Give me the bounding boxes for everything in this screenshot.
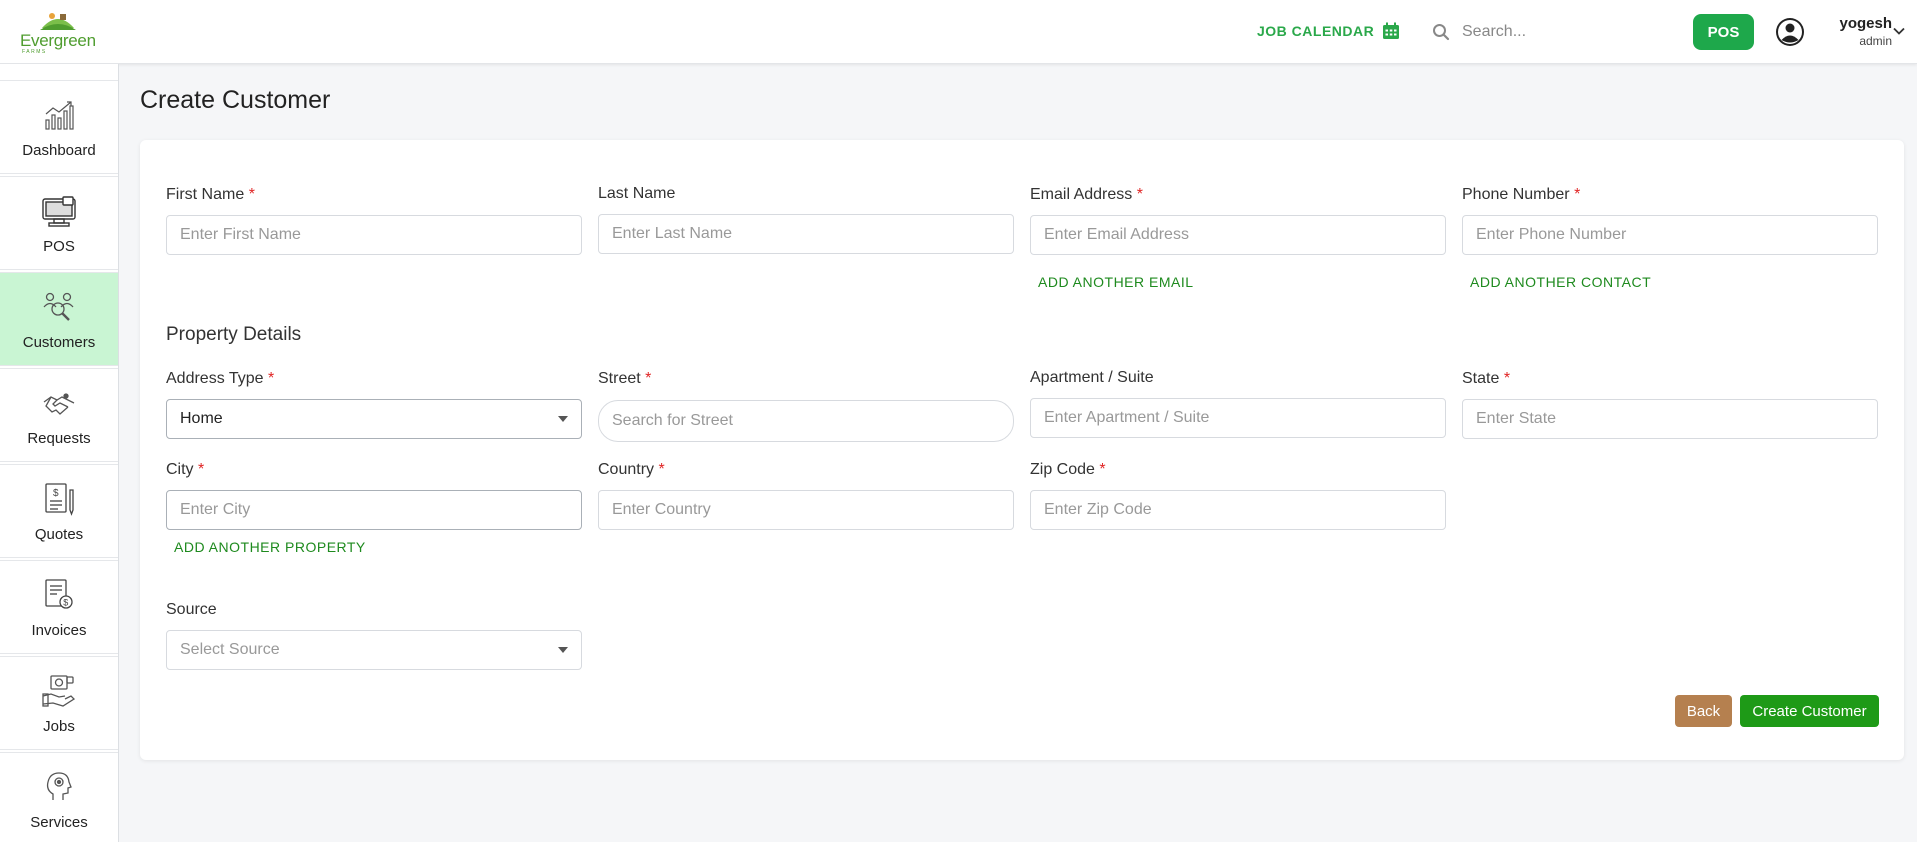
chart-icon <box>45 101 74 130</box>
sidebar-item-customers[interactable]: Customers <box>0 272 118 366</box>
quote-document-icon: $ <box>45 483 74 516</box>
sidebar-item-label: Customers <box>22 334 96 351</box>
sidebar-item-services[interactable]: Services <box>0 752 118 842</box>
first-name-input[interactable] <box>166 215 582 255</box>
zip-code-label: Zip Code * <box>1030 461 1106 478</box>
required-marker: * <box>248 186 255 203</box>
add-another-contact-link[interactable]: ADD ANOTHER CONTACT <box>1470 274 1651 290</box>
city-input[interactable] <box>166 490 582 530</box>
country-input[interactable] <box>598 490 1014 530</box>
logo-text: Evergreen <box>20 31 96 50</box>
required-marker: * <box>645 370 652 387</box>
first-name-label: First Name * <box>166 186 255 203</box>
sidebar-item-label: Quotes <box>34 526 84 543</box>
phone-input[interactable] <box>1462 215 1878 255</box>
sidebar: Dashboard POS Customers Requests $ Quote… <box>0 64 119 842</box>
invoice-icon: $ <box>45 579 73 609</box>
zip-code-input[interactable] <box>1030 490 1446 530</box>
search-input[interactable] <box>1462 23 1662 41</box>
svg-text:$: $ <box>63 598 68 608</box>
add-another-property-link[interactable]: ADD ANOTHER PROPERTY <box>174 539 366 555</box>
farm-logo-icon <box>40 13 76 30</box>
caret-down-icon <box>558 416 568 422</box>
page-title: Create Customer <box>140 86 331 114</box>
chevron-down-icon[interactable] <box>1892 24 1906 38</box>
sidebar-item-label: POS <box>43 238 75 255</box>
email-input[interactable] <box>1030 215 1446 255</box>
jobs-hand-icon <box>42 675 76 707</box>
customers-search-icon <box>43 292 74 321</box>
source-placeholder: Select Source <box>180 641 280 658</box>
caret-down-icon <box>558 647 568 653</box>
sidebar-item-label: Jobs <box>43 718 75 735</box>
pos-button[interactable]: POS <box>1693 14 1754 50</box>
sidebar-item-label: Dashboard <box>22 142 96 159</box>
job-calendar-label: JOB CALENDAR <box>1257 23 1375 39</box>
logo-subtext: FARMS <box>22 49 47 55</box>
service-head-icon <box>46 772 72 800</box>
source-select[interactable]: Select Source <box>166 630 582 670</box>
required-marker: * <box>1136 186 1143 203</box>
handshake-icon <box>43 393 75 415</box>
sidebar-item-label: Invoices <box>31 622 87 639</box>
email-label: Email Address * <box>1030 186 1143 203</box>
sidebar-item-dashboard[interactable]: Dashboard <box>0 80 118 174</box>
property-details-heading: Property Details <box>166 324 302 345</box>
country-label: Country * <box>598 461 665 478</box>
search-icon <box>1433 24 1450 41</box>
pos-terminal-icon <box>42 196 76 227</box>
last-name-input[interactable] <box>598 214 1014 254</box>
calendar-icon <box>1383 22 1400 39</box>
top-header: Evergreen FARMS JOB CALENDAR POS yogesh … <box>0 0 1917 64</box>
apartment-label: Apartment / Suite <box>1030 369 1154 386</box>
create-customer-button[interactable]: Create Customer <box>1740 695 1879 727</box>
phone-label: Phone Number * <box>1462 186 1581 203</box>
global-search[interactable] <box>1420 14 1670 50</box>
state-label: State * <box>1462 370 1511 387</box>
required-marker: * <box>198 461 205 478</box>
required-marker: * <box>658 461 665 478</box>
required-marker: * <box>1099 461 1106 478</box>
state-input[interactable] <box>1462 399 1878 439</box>
sidebar-item-jobs[interactable]: Jobs <box>0 656 118 750</box>
sidebar-item-pos[interactable]: POS <box>0 176 118 270</box>
user-name: yogesh <box>1839 15 1892 32</box>
required-marker: * <box>1503 370 1511 387</box>
last-name-label: Last Name <box>598 185 676 202</box>
user-avatar-icon[interactable] <box>1775 17 1805 47</box>
address-type-select[interactable]: Home <box>166 399 582 439</box>
sidebar-item-invoices[interactable]: $ Invoices <box>0 560 118 654</box>
street-search-input[interactable] <box>598 400 1014 442</box>
required-marker: * <box>1574 186 1581 203</box>
evergreen-logo[interactable]: Evergreen FARMS <box>18 8 98 55</box>
address-type-value: Home <box>180 410 223 427</box>
svg-text:$: $ <box>53 488 59 499</box>
apartment-input[interactable] <box>1030 398 1446 438</box>
sidebar-item-requests[interactable]: Requests <box>0 368 118 462</box>
street-label: Street * <box>598 370 652 387</box>
add-another-email-link[interactable]: ADD ANOTHER EMAIL <box>1038 274 1194 290</box>
sidebar-item-label: Services <box>30 814 88 831</box>
sidebar-item-label: Requests <box>27 430 91 447</box>
sidebar-item-quotes[interactable]: $ Quotes <box>0 464 118 558</box>
required-marker: * <box>268 370 275 387</box>
back-button[interactable]: Back <box>1675 695 1732 727</box>
source-label: Source <box>166 601 217 618</box>
job-calendar-link[interactable]: JOB CALENDAR <box>1257 22 1400 40</box>
address-type-label: Address Type * <box>166 370 275 387</box>
city-label: City * <box>166 461 205 478</box>
user-role: admin <box>1859 34 1892 48</box>
